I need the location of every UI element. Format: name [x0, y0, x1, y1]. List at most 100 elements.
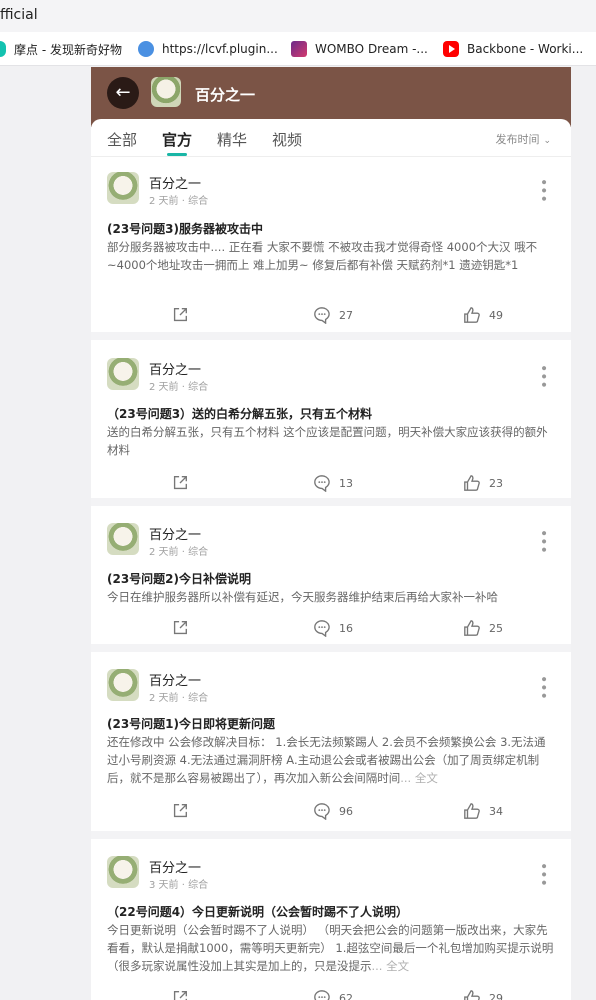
like-button[interactable]: 34	[463, 802, 503, 820]
post-card[interactable]: 百分之一 2 天前 · 综合 ••• (23号问题1)今日即将更新问题 还在修改…	[91, 652, 571, 839]
post-actions: 62 29	[91, 989, 571, 1000]
bookmark-label: WOMBO Dream -...	[315, 42, 428, 56]
comment-icon	[314, 803, 330, 820]
post-meta: 3 天前 · 综合	[149, 880, 209, 891]
tab-official[interactable]: 官方	[162, 129, 192, 150]
share-icon	[173, 308, 187, 322]
comment-count: 16	[339, 621, 353, 635]
comment-icon	[314, 475, 330, 492]
post-author[interactable]: 百分之一	[149, 359, 201, 378]
post-actions: 13 23	[91, 474, 571, 494]
forum-header: ← 百分之一	[91, 67, 571, 127]
globe-icon	[138, 41, 154, 57]
like-count: 29	[489, 991, 503, 1000]
post-meta: 2 天前 · 综合	[149, 693, 209, 704]
post-author[interactable]: 百分之一	[149, 670, 201, 689]
share-button[interactable]	[171, 802, 197, 820]
post-card[interactable]: 百分之一 2 天前 · 综合 ••• （23号问题3）送的白希分解五张，只有五个…	[91, 340, 571, 506]
post-title[interactable]: （22号问题4）今日更新说明（公会暂时踢不了人说明）	[107, 903, 555, 920]
post-card[interactable]: 百分之一 2 天前 · 综合 ••• (23号问题3)服务器被攻击中 部分服务器…	[91, 158, 571, 340]
like-button[interactable]: 49	[463, 306, 503, 324]
avatar	[107, 172, 139, 204]
forum-avatar	[151, 77, 181, 107]
window-titlebar: fficial	[0, 0, 596, 32]
active-tab-indicator	[167, 153, 187, 156]
post-author[interactable]: 百分之一	[149, 173, 201, 192]
more-options-icon[interactable]: •••	[535, 364, 551, 389]
post-actions: 96 34	[91, 802, 571, 822]
like-button[interactable]: 29	[463, 989, 503, 1000]
post-card[interactable]: 百分之一 3 天前 · 综合 ••• （22号问题4）今日更新说明（公会暂时踢不…	[91, 839, 571, 1000]
full-text-link[interactable]: ... 全文	[400, 771, 438, 785]
thumbs-up-icon	[464, 990, 480, 1000]
post-author[interactable]: 百分之一	[149, 857, 201, 876]
comment-button[interactable]: 27	[313, 306, 353, 324]
like-button[interactable]: 25	[463, 619, 503, 637]
bookmarks-bar: 摩点 - 发现新奇好物 https://lcvf.plugin... WOMBO…	[0, 32, 596, 66]
more-options-icon[interactable]: •••	[535, 862, 551, 887]
post-title[interactable]: (23号问题1)今日即将更新问题	[107, 715, 555, 732]
post-body: 还在修改中 公会修改解决目标： 1.会长无法频繁踢人 2.会员不会频繁换公会 3…	[107, 735, 546, 785]
tab-featured[interactable]: 精华	[217, 129, 247, 150]
back-button[interactable]: ←	[107, 77, 139, 109]
comment-icon	[314, 990, 330, 1000]
bookmark-label: https://lcvf.plugin...	[162, 42, 278, 56]
post-body: 送的白希分解五张，只有五个材料 这个应该是配置问题，明天补偿大家应该获得的额外材…	[107, 425, 548, 457]
filter-tabs: 全部 官方 精华 视频 发布时间 ⌄	[91, 119, 571, 157]
like-count: 23	[489, 476, 503, 490]
sort-dropdown[interactable]: 发布时间 ⌄	[495, 131, 551, 147]
post-title[interactable]: (23号问题2)今日补偿说明	[107, 570, 555, 587]
thumbs-up-icon	[464, 620, 480, 636]
more-options-icon[interactable]: •••	[535, 178, 551, 203]
share-icon	[173, 621, 187, 635]
post-meta: 2 天前 · 综合	[149, 196, 209, 207]
feed-panel: 全部 官方 精华 视频 发布时间 ⌄ 百分之一 2 天前 · 综合 ••• (23…	[91, 119, 571, 1000]
bookmark-wombo[interactable]: WOMBO Dream -...	[291, 32, 428, 66]
forum-app: ← 百分之一 全部 官方 精华 视频 发布时间 ⌄ 百分之一 2 天前 · 综合 …	[91, 67, 571, 1000]
sort-label: 发布时间	[495, 133, 540, 146]
post-meta: 2 天前 · 综合	[149, 547, 209, 558]
comment-count: 27	[339, 308, 353, 322]
comment-button[interactable]: 62	[313, 989, 353, 1000]
comment-button[interactable]: 96	[313, 802, 353, 820]
bookmark-lcvf[interactable]: https://lcvf.plugin...	[138, 32, 278, 66]
wombo-icon	[291, 41, 307, 57]
full-text-link[interactable]: ... 全文	[372, 959, 410, 973]
post-card[interactable]: 百分之一 2 天前 · 综合 ••• (23号问题2)今日补偿说明 今日在维护服…	[91, 506, 571, 652]
share-icon	[173, 476, 187, 490]
bookmark-label: Backbone - Worki...	[467, 42, 584, 56]
arrow-left-icon: ←	[115, 82, 131, 103]
like-count: 34	[489, 804, 503, 818]
like-count: 49	[489, 308, 503, 322]
comment-count: 62	[339, 991, 353, 1000]
post-actions: 27 49	[91, 306, 571, 326]
more-options-icon[interactable]: •••	[535, 529, 551, 554]
tab-video[interactable]: 视频	[272, 129, 302, 150]
share-button[interactable]	[171, 306, 197, 324]
post-body: 今日更新说明（公会暂时踢不了人说明） （明天会把公会的问题第一版改出来，大家先看…	[107, 923, 554, 973]
share-icon	[173, 804, 187, 818]
post-title[interactable]: （23号问题3）送的白希分解五张，只有五个材料	[107, 405, 555, 422]
bookmark-backbone[interactable]: Backbone - Worki...	[443, 32, 583, 66]
more-options-icon[interactable]: •••	[535, 675, 551, 700]
comment-count: 13	[339, 476, 353, 490]
thumbs-up-icon	[464, 803, 480, 819]
comment-icon	[314, 307, 330, 324]
thumbs-up-icon	[464, 475, 480, 491]
share-button[interactable]	[171, 989, 197, 1000]
moodian-icon	[0, 41, 6, 57]
avatar	[107, 669, 139, 701]
post-author[interactable]: 百分之一	[149, 524, 201, 543]
tab-all[interactable]: 全部	[107, 129, 137, 150]
like-button[interactable]: 23	[463, 474, 503, 492]
comment-button[interactable]: 16	[313, 619, 353, 637]
post-title[interactable]: (23号问题3)服务器被攻击中	[107, 220, 555, 237]
comment-button[interactable]: 13	[313, 474, 353, 492]
avatar	[107, 856, 139, 888]
share-button[interactable]	[171, 619, 197, 637]
avatar	[107, 523, 139, 555]
comment-count: 96	[339, 804, 353, 818]
bookmark-moodian[interactable]: 摩点 - 发现新奇好物	[0, 32, 122, 66]
share-button[interactable]	[171, 474, 197, 492]
forum-title: 百分之一	[195, 86, 256, 104]
